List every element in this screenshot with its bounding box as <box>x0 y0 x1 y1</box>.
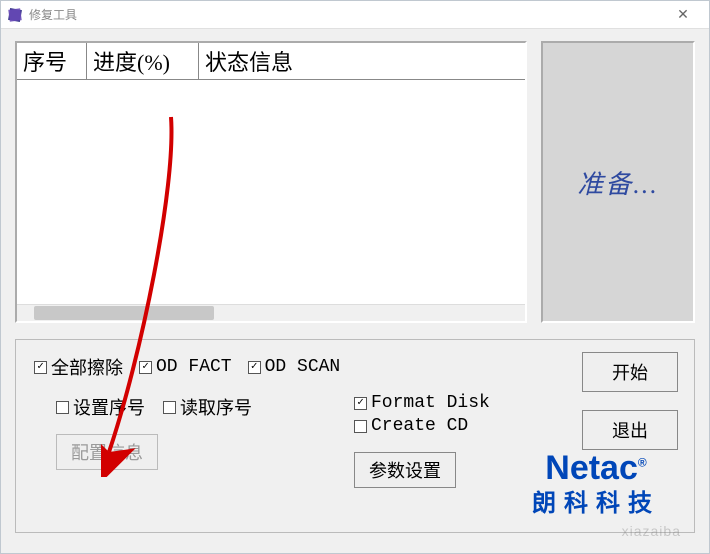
grid-header: 序号 进度(%) 状态信息 <box>17 43 525 80</box>
logo-brand: Netac® <box>545 451 646 485</box>
start-button[interactable]: 开始 <box>582 352 678 392</box>
exit-button[interactable]: 退出 <box>582 410 678 450</box>
checkbox-format-disk[interactable]: ✓ Format Disk <box>354 392 490 415</box>
options-group: ✓ 全部擦除 ✓ OD FACT ✓ OD SCAN 设置序号 <box>15 339 695 533</box>
grid-body[interactable] <box>17 80 525 304</box>
checkbox-set-serial[interactable]: 设置序号 <box>56 394 145 420</box>
checkbox-create-cd[interactable]: Create CD <box>354 415 468 438</box>
check-icon <box>354 420 367 433</box>
check-icon <box>163 401 176 414</box>
checkbox-label: 全部擦除 <box>51 354 123 380</box>
status-text: 准备... <box>577 164 659 201</box>
col-header-status[interactable]: 状态信息 <box>199 43 525 79</box>
app-icon <box>7 7 23 23</box>
config-info-button: 配置信息 <box>56 434 158 470</box>
checkbox-read-serial[interactable]: 读取序号 <box>163 394 252 420</box>
logo: Netac® 朗科科技 <box>518 451 674 518</box>
status-panel: 准备... <box>541 41 695 323</box>
check-icon: ✓ <box>34 361 47 374</box>
window-title: 修复工具 <box>29 6 663 23</box>
checkbox-label: OD FACT <box>156 357 232 377</box>
check-icon <box>56 401 69 414</box>
checkbox-label: Format Disk <box>371 392 490 415</box>
registered-icon: ® <box>638 456 647 470</box>
checkbox-wipe-all[interactable]: ✓ 全部擦除 <box>34 354 123 380</box>
checkbox-label: Create CD <box>371 415 468 438</box>
col-header-progress[interactable]: 进度(%) <box>87 43 199 79</box>
scrollbar-thumb[interactable] <box>34 306 214 320</box>
titlebar: 修复工具 ✕ <box>1 1 709 29</box>
check-icon: ✓ <box>248 361 261 374</box>
horizontal-scrollbar[interactable] <box>17 304 525 321</box>
progress-grid: 序号 进度(%) 状态信息 <box>15 41 527 323</box>
logo-subtitle: 朗科科技 <box>518 483 674 518</box>
checkbox-label: 设置序号 <box>73 394 145 420</box>
checkbox-label: 读取序号 <box>180 394 252 420</box>
check-icon: ✓ <box>139 361 152 374</box>
col-header-serial[interactable]: 序号 <box>17 43 87 79</box>
param-settings-button[interactable]: 参数设置 <box>354 452 456 488</box>
check-icon: ✓ <box>354 397 367 410</box>
checkbox-od-scan[interactable]: ✓ OD SCAN <box>248 357 341 377</box>
checkbox-od-fact[interactable]: ✓ OD FACT <box>139 357 232 377</box>
close-button[interactable]: ✕ <box>663 6 703 23</box>
checkbox-label: OD SCAN <box>265 357 341 377</box>
client-area: 序号 进度(%) 状态信息 准备... ✓ 全部擦除 <box>1 29 709 553</box>
app-window: 修复工具 ✕ 序号 进度(%) 状态信息 准备... <box>0 0 710 554</box>
